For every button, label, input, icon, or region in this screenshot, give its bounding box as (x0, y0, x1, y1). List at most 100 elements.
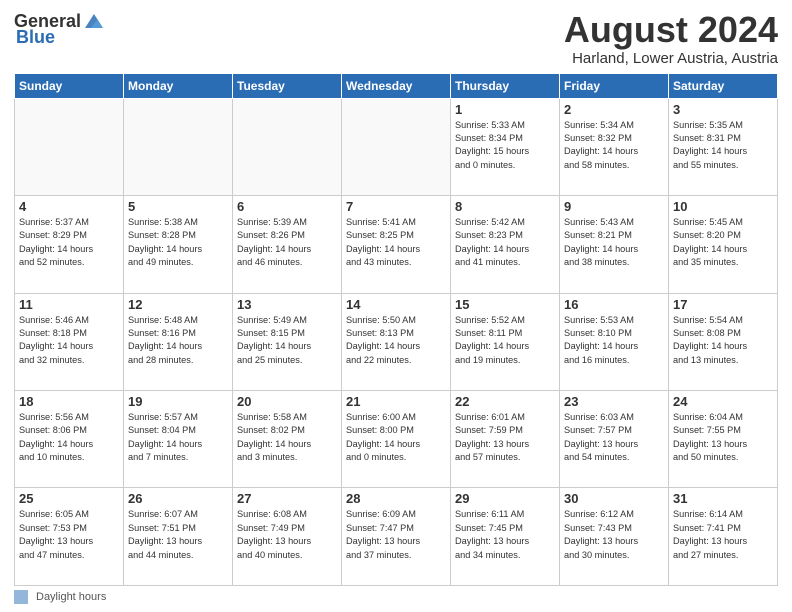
table-row: 19Sunrise: 5:57 AMSunset: 8:04 PMDayligh… (124, 391, 233, 488)
day-number: 13 (237, 297, 337, 312)
table-row: 16Sunrise: 5:53 AMSunset: 8:10 PMDayligh… (560, 293, 669, 390)
legend-label: Daylight hours (36, 591, 106, 603)
day-number: 6 (237, 199, 337, 214)
day-number: 27 (237, 491, 337, 506)
header: General Blue August 2024 Harland, Lower … (14, 10, 778, 67)
calendar-header-row: Sunday Monday Tuesday Wednesday Thursday… (15, 73, 778, 98)
day-info: Sunrise: 5:38 AMSunset: 8:28 PMDaylight:… (128, 216, 228, 269)
footer: Daylight hours (14, 590, 778, 604)
title-month: August 2024 (564, 10, 778, 50)
day-number: 2 (564, 102, 664, 117)
day-info: Sunrise: 6:12 AMSunset: 7:43 PMDaylight:… (564, 508, 664, 561)
title-block: August 2024 Harland, Lower Austria, Aust… (564, 10, 778, 67)
table-row: 18 Sunrise: 5:56 AMSunset: 8:06 PMDayligh… (15, 391, 124, 488)
logo-blue: Blue (16, 28, 55, 46)
table-row: 22 Sunrise: 6:01 AMSunset: 7:59 PMDayligh… (451, 391, 560, 488)
day-info: Sunrise: 6:04 AMSunset: 7:55 PMDaylight:… (673, 411, 773, 464)
day-info: Sunrise: 5:42 AMSunset: 8:23 PMDaylight:… (455, 216, 555, 269)
col-thursday: Thursday (451, 73, 560, 98)
table-row: 17Sunrise: 5:54 AMSunset: 8:08 PMDayligh… (669, 293, 778, 390)
day-number: 10 (673, 199, 773, 214)
calendar-week-row: 4Sunrise: 5:37 AMSunset: 8:29 PMDaylight… (15, 196, 778, 293)
day-number: 30 (564, 491, 664, 506)
day-info: Sunrise: 5:41 AMSunset: 8:25 PMDaylight:… (346, 216, 446, 269)
day-info: Sunrise: 5:46 AMSunset: 8:18 PMDaylight:… (19, 314, 119, 367)
day-number: 22 (455, 394, 555, 409)
day-number: 3 (673, 102, 773, 117)
day-info: Sunrise: 5:48 AMSunset: 8:16 PMDaylight:… (128, 314, 228, 367)
day-info: Sunrise: 5:52 AMSunset: 8:11 PMDaylight:… (455, 314, 555, 367)
day-number: 21 (346, 394, 446, 409)
table-row: 4Sunrise: 5:37 AMSunset: 8:29 PMDaylight… (15, 196, 124, 293)
day-number: 23 (564, 394, 664, 409)
day-info: Sunrise: 5:35 AMSunset: 8:31 PMDaylight:… (673, 119, 773, 172)
day-number: 20 (237, 394, 337, 409)
table-row: 30 Sunrise: 6:12 AMSunset: 7:43 PMDayligh… (560, 488, 669, 586)
day-number: 7 (346, 199, 446, 214)
table-row (124, 98, 233, 195)
day-info: Sunrise: 5:39 AMSunset: 8:26 PMDaylight:… (237, 216, 337, 269)
col-monday: Monday (124, 73, 233, 98)
day-number: 5 (128, 199, 228, 214)
table-row (342, 98, 451, 195)
logo: General Blue (14, 10, 105, 46)
day-info: Sunrise: 5:56 AMSunset: 8:06 PMDaylight:… (19, 411, 119, 464)
table-row: 7 Sunrise: 5:41 AMSunset: 8:25 PMDaylight… (342, 196, 451, 293)
day-number: 9 (564, 199, 664, 214)
day-info: Sunrise: 6:00 AMSunset: 8:00 PMDaylight:… (346, 411, 446, 464)
day-info: Sunrise: 6:07 AMSunset: 7:51 PMDaylight:… (128, 508, 228, 561)
day-number: 26 (128, 491, 228, 506)
table-row: 26 Sunrise: 6:07 AMSunset: 7:51 PMDayligh… (124, 488, 233, 586)
day-info: Sunrise: 5:58 AMSunset: 8:02 PMDaylight:… (237, 411, 337, 464)
day-info: Sunrise: 6:09 AMSunset: 7:47 PMDaylight:… (346, 508, 446, 561)
day-number: 29 (455, 491, 555, 506)
col-saturday: Saturday (669, 73, 778, 98)
table-row: 14 Sunrise: 5:50 AMSunset: 8:13 PMDayligh… (342, 293, 451, 390)
day-info: Sunrise: 6:14 AMSunset: 7:41 PMDaylight:… (673, 508, 773, 561)
table-row: 12Sunrise: 5:48 AMSunset: 8:16 PMDayligh… (124, 293, 233, 390)
table-row (15, 98, 124, 195)
day-info: Sunrise: 5:34 AMSunset: 8:32 PMDaylight:… (564, 119, 664, 172)
day-number: 18 (19, 394, 119, 409)
legend-box (14, 590, 28, 604)
table-row: 9 Sunrise: 5:43 AMSunset: 8:21 PMDaylight… (560, 196, 669, 293)
day-number: 25 (19, 491, 119, 506)
day-info: Sunrise: 5:45 AMSunset: 8:20 PMDaylight:… (673, 216, 773, 269)
table-row: 24Sunrise: 6:04 AMSunset: 7:55 PMDayligh… (669, 391, 778, 488)
day-info: Sunrise: 6:05 AMSunset: 7:53 PMDaylight:… (19, 508, 119, 561)
table-row: 8 Sunrise: 5:42 AMSunset: 8:23 PMDaylight… (451, 196, 560, 293)
table-row: 20 Sunrise: 5:58 AMSunset: 8:02 PMDayligh… (233, 391, 342, 488)
day-info: Sunrise: 5:53 AMSunset: 8:10 PMDaylight:… (564, 314, 664, 367)
table-row: 29 Sunrise: 6:11 AMSunset: 7:45 PMDayligh… (451, 488, 560, 586)
table-row: 6 Sunrise: 5:39 AMSunset: 8:26 PMDaylight… (233, 196, 342, 293)
day-info: Sunrise: 6:01 AMSunset: 7:59 PMDaylight:… (455, 411, 555, 464)
day-number: 31 (673, 491, 773, 506)
table-row: 3 Sunrise: 5:35 AMSunset: 8:31 PMDaylight… (669, 98, 778, 195)
day-number: 15 (455, 297, 555, 312)
day-info: Sunrise: 6:11 AMSunset: 7:45 PMDaylight:… (455, 508, 555, 561)
day-info: Sunrise: 5:54 AMSunset: 8:08 PMDaylight:… (673, 314, 773, 367)
col-friday: Friday (560, 73, 669, 98)
calendar-week-row: 1Sunrise: 5:33 AMSunset: 8:34 PMDaylight… (15, 98, 778, 195)
day-info: Sunrise: 5:50 AMSunset: 8:13 PMDaylight:… (346, 314, 446, 367)
day-number: 14 (346, 297, 446, 312)
day-number: 8 (455, 199, 555, 214)
day-info: Sunrise: 5:33 AMSunset: 8:34 PMDaylight:… (455, 119, 555, 172)
day-info: Sunrise: 5:37 AMSunset: 8:29 PMDaylight:… (19, 216, 119, 269)
logo-icon (83, 10, 105, 32)
table-row: 31 Sunrise: 6:14 AMSunset: 7:41 PMDayligh… (669, 488, 778, 586)
table-row (233, 98, 342, 195)
title-location: Harland, Lower Austria, Austria (564, 50, 778, 67)
day-info: Sunrise: 5:43 AMSunset: 8:21 PMDaylight:… (564, 216, 664, 269)
table-row: 15 Sunrise: 5:52 AMSunset: 8:11 PMDayligh… (451, 293, 560, 390)
page: General Blue August 2024 Harland, Lower … (0, 0, 792, 612)
calendar: Sunday Monday Tuesday Wednesday Thursday… (14, 73, 778, 586)
day-info: Sunrise: 6:03 AMSunset: 7:57 PMDaylight:… (564, 411, 664, 464)
calendar-week-row: 18 Sunrise: 5:56 AMSunset: 8:06 PMDayligh… (15, 391, 778, 488)
table-row: 1Sunrise: 5:33 AMSunset: 8:34 PMDaylight… (451, 98, 560, 195)
day-number: 19 (128, 394, 228, 409)
table-row: 13 Sunrise: 5:49 AMSunset: 8:15 PMDayligh… (233, 293, 342, 390)
table-row: 21 Sunrise: 6:00 AMSunset: 8:00 PMDayligh… (342, 391, 451, 488)
day-number: 28 (346, 491, 446, 506)
day-info: Sunrise: 5:49 AMSunset: 8:15 PMDaylight:… (237, 314, 337, 367)
